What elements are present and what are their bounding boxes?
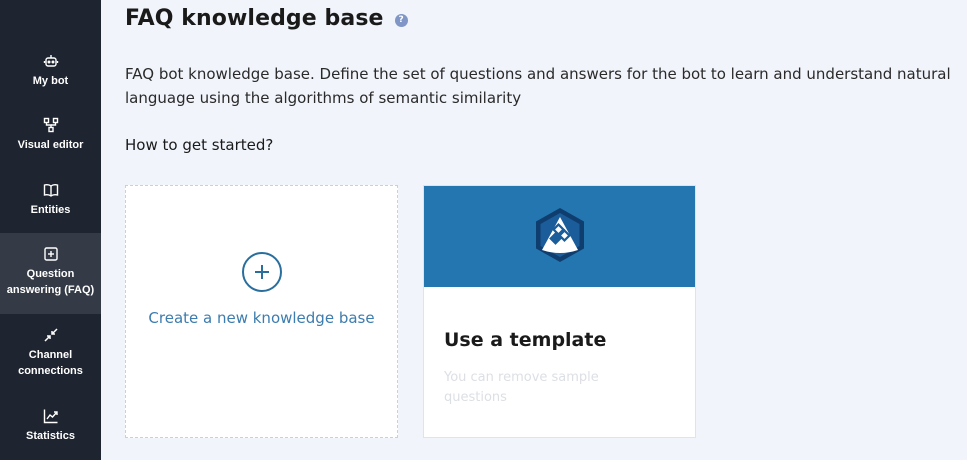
sidebar-item-label: Channel connections	[18, 349, 83, 377]
sidebar-item-label: My bot	[32, 75, 69, 87]
sidebar-item-label: Visual editor	[17, 139, 84, 151]
sidebar-item-label: Question answering (FAQ)	[6, 268, 95, 296]
use-template-subtitle: You can remove sample questions	[444, 370, 599, 405]
faq-icon	[42, 245, 60, 263]
page-description: FAQ bot knowledge base. Define the set o…	[125, 65, 951, 107]
template-banner	[424, 186, 695, 287]
main-content: FAQ knowledge base ? FAQ bot knowledge b…	[101, 0, 967, 460]
template-hexagon-icon	[531, 206, 589, 268]
how-to-start-heading: How to get started?	[125, 136, 274, 154]
sidebar-item-label: Entities	[30, 204, 71, 216]
sidebar-item-my-bot[interactable]: My bot	[0, 52, 101, 102]
page-title: FAQ knowledge base	[125, 6, 384, 31]
chart-line-icon	[42, 407, 60, 425]
page-header: FAQ knowledge base ?	[125, 6, 408, 31]
help-icon[interactable]: ?	[394, 13, 408, 27]
sidebar-item-faq[interactable]: Question answering (FAQ)	[0, 233, 101, 314]
sidebar-item-label: Statistics	[26, 430, 75, 442]
robot-icon	[42, 52, 60, 70]
sidebar-item-channel-connections[interactable]: Channel connections	[0, 326, 101, 386]
arrows-connect-icon	[42, 326, 60, 344]
sidebar-item-entities[interactable]: Entities	[0, 181, 101, 231]
use-template-card[interactable]: Use a template You can remove sample que…	[423, 185, 696, 438]
flow-diagram-icon	[42, 116, 60, 134]
sidebar: My bot Visual editor Entities Question a…	[0, 0, 101, 460]
create-knowledge-base-label: Create a new knowledge base	[148, 309, 375, 327]
use-template-title: Use a template	[444, 329, 607, 351]
plus-circle-icon	[241, 252, 282, 292]
sidebar-item-statistics[interactable]: Statistics	[0, 407, 101, 452]
create-knowledge-base-card[interactable]: Create a new knowledge base	[125, 185, 398, 438]
sidebar-item-visual-editor[interactable]: Visual editor	[0, 116, 101, 166]
book-icon	[42, 181, 60, 199]
